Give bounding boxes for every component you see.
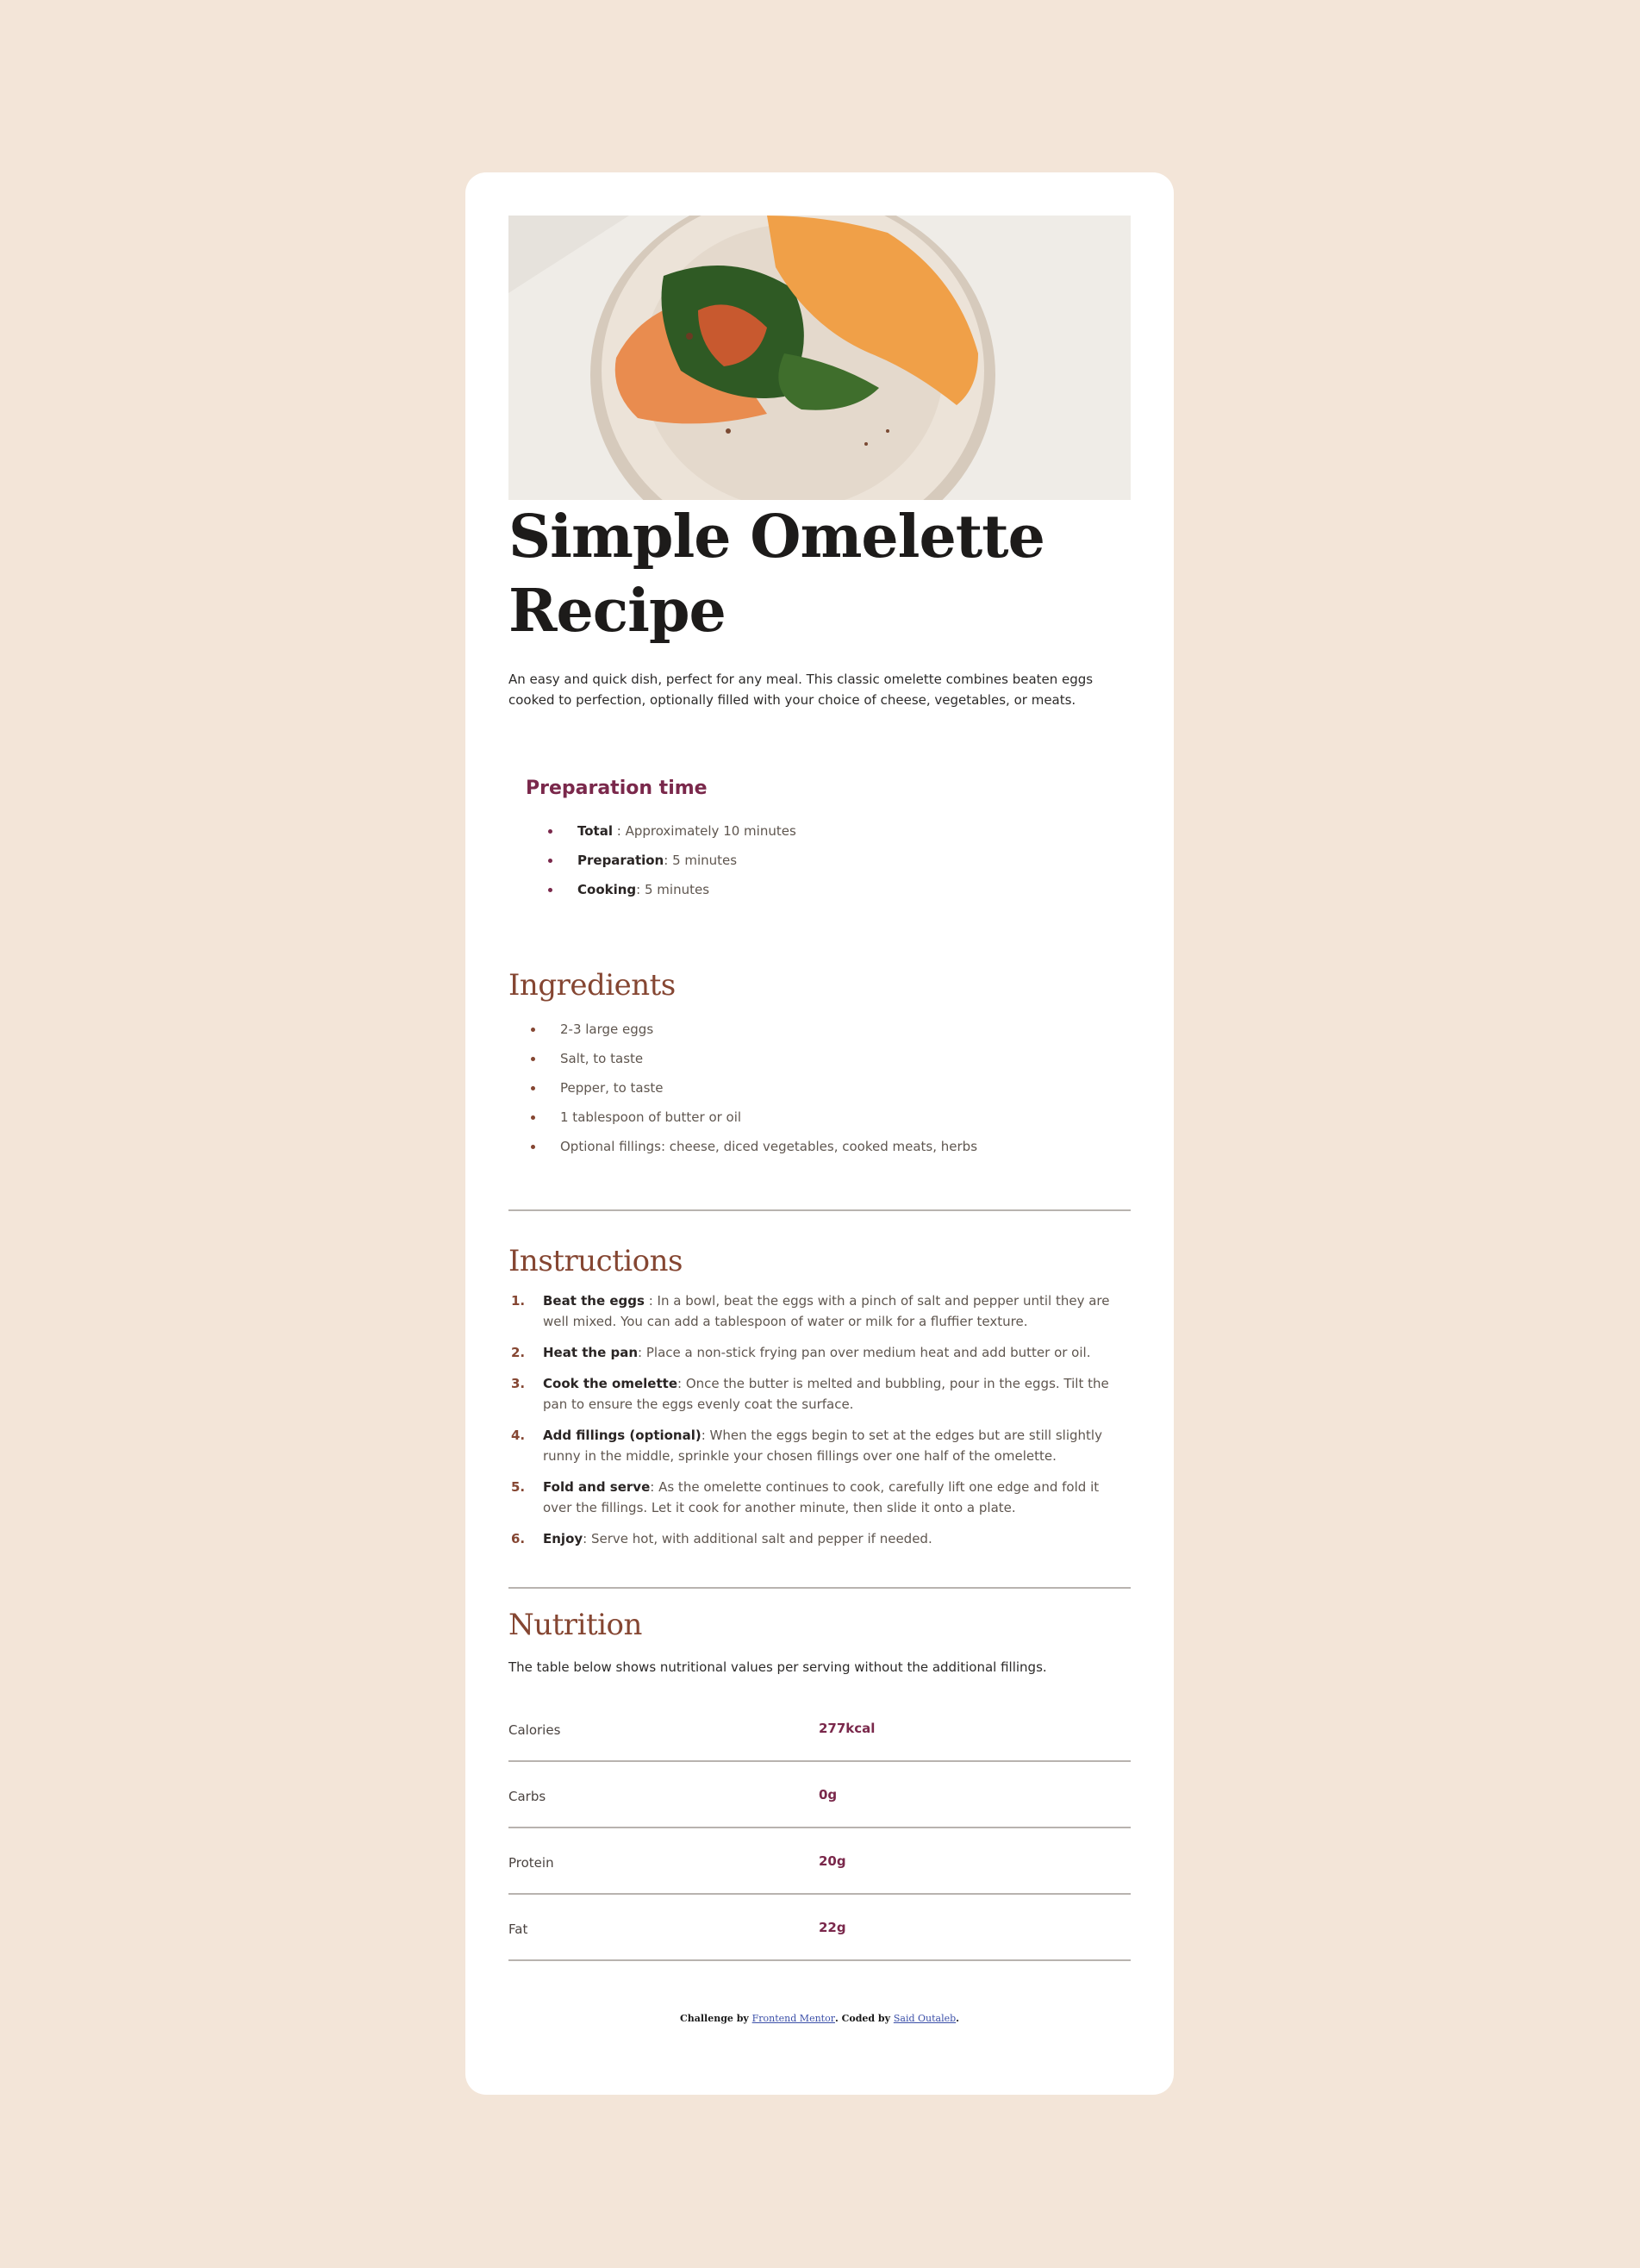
nutrition-description: The table below shows nutritional values… <box>508 1659 1047 1675</box>
nutrition-value: 22g <box>819 1919 846 1935</box>
nutrition-value: 0g <box>819 1786 838 1803</box>
nutrition-section: Nutrition The table below shows nutritio… <box>508 1608 1131 1961</box>
nutrition-label: Fat <box>508 1921 528 1937</box>
instructions-heading: Instructions <box>508 1244 683 1278</box>
ingredients-heading: Ingredients <box>508 968 676 1003</box>
preparation-time-section: Preparation time Total : Approximately 1… <box>508 760 1131 922</box>
recipe-intro: An easy and quick dish, perfect for any … <box>508 672 1094 708</box>
preparation-item: Preparation: 5 minutes <box>526 846 1113 875</box>
nutrition-label: Calories <box>508 1721 561 1738</box>
nutrition-table: Calories 277kcal Carbs 0g Protein 20g Fa… <box>508 1696 1131 1961</box>
preparation-list: Total : Approximately 10 minutes Prepara… <box>526 816 1113 904</box>
nutrition-label: Carbs <box>508 1788 546 1804</box>
attribution-footer: Challenge by Frontend Mentor. Coded by S… <box>679 2013 959 2024</box>
divider <box>508 1209 1131 1211</box>
nutrition-row: Carbs 0g <box>508 1762 1131 1828</box>
preparation-heading: Preparation time <box>526 778 708 799</box>
nutrition-value: 20g <box>819 1853 846 1869</box>
instruction-step: 2. Heat the pan: Place a non-stick frying… <box>511 1345 1091 1360</box>
frontend-mentor-link[interactable]: Frontend Mentor <box>752 2013 835 2024</box>
ingredient-item: 1 tablespoon of butter or oil <box>508 1103 1131 1132</box>
ingredients-section: Ingredients 2-3 large eggs Salt, to tast… <box>508 968 1131 1161</box>
recipe-title: Simple Omelette Recipe <box>508 503 1045 646</box>
ingredient-item: Pepper, to taste <box>508 1073 1131 1103</box>
preparation-item: Total : Approximately 10 minutes <box>526 816 1113 846</box>
instruction-step: 3. Cook the omelette: Once the butter is … <box>511 1376 1109 1412</box>
nutrition-label: Protein <box>508 1854 554 1871</box>
instruction-step: 6. Enjoy: Serve hot, with additional salt… <box>511 1531 932 1546</box>
recipe-card: Simple Omelette Recipe An easy and quick… <box>465 172 1174 2095</box>
nutrition-row: Fat 22g <box>508 1895 1131 1961</box>
nutrition-value: 277kcal <box>819 1720 876 1736</box>
ingredient-item: Optional fillings: cheese, diced vegetab… <box>508 1132 1131 1161</box>
instruction-step: 4. Add fillings (optional): When the eggs… <box>511 1428 1102 1464</box>
omelette-photo-illustration <box>508 216 1131 500</box>
instructions-section: Instructions 1. Beat the eggs : In a bowl… <box>508 1244 1131 1549</box>
nutrition-row: Calories 277kcal <box>508 1696 1131 1762</box>
instructions-list: 1. Beat the eggs : In a bowl, beat the eg… <box>508 1290 1131 1549</box>
instruction-step: 1. Beat the eggs : In a bowl, beat the eg… <box>511 1293 1110 1329</box>
nutrition-heading: Nutrition <box>508 1608 642 1642</box>
ingredient-item: Salt, to taste <box>508 1044 1131 1073</box>
ingredient-item: 2-3 large eggs <box>508 1015 1131 1044</box>
preparation-item: Cooking: 5 minutes <box>526 875 1113 904</box>
nutrition-row: Protein 20g <box>508 1828 1131 1895</box>
ingredients-list: 2-3 large eggs Salt, to taste Pepper, to… <box>508 1015 1131 1161</box>
author-link[interactable]: Said Outaleb <box>894 2013 956 2024</box>
instruction-step: 5. Fold and serve: As the omelette contin… <box>511 1479 1100 1515</box>
divider <box>508 1587 1131 1589</box>
omelette-image <box>508 216 1131 500</box>
